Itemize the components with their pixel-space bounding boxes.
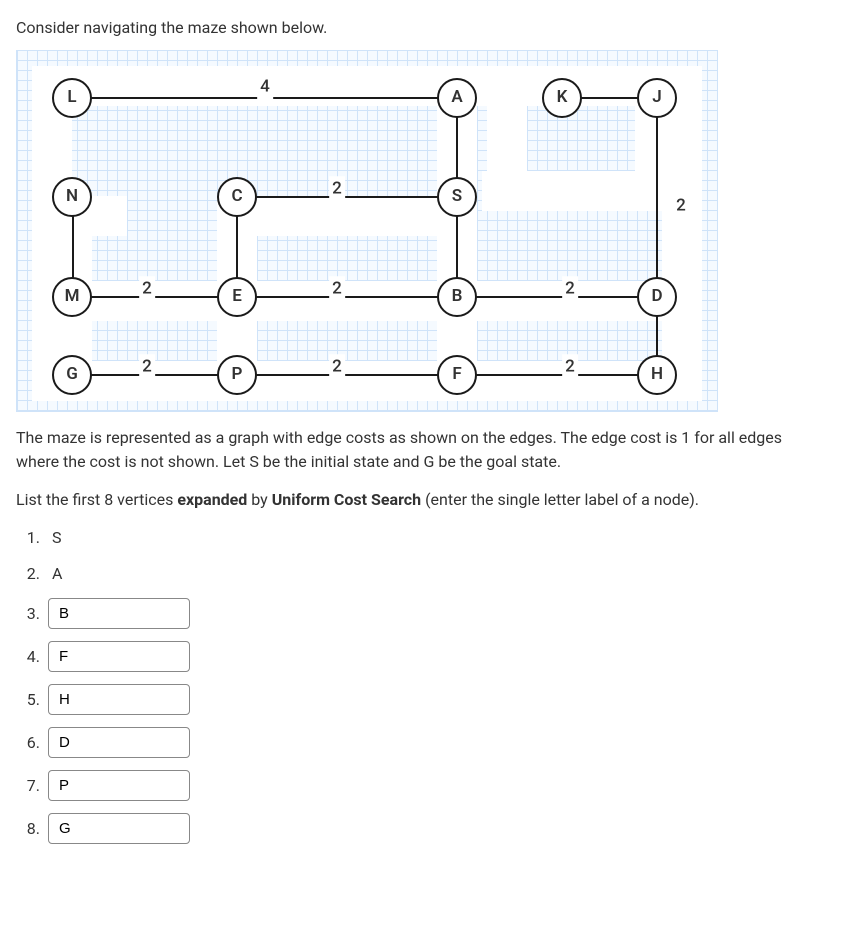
edge-label-CS: 2 (329, 176, 345, 202)
node-C: C (217, 177, 257, 217)
node-P: P (217, 355, 257, 395)
answer-2-given: A (52, 562, 62, 586)
answer-list: 1. S 2. A 3. 4. 5. 6. 7. 8. (16, 526, 828, 844)
answer-8-number: 8. (16, 817, 40, 841)
edge-label-LA: 4 (257, 74, 273, 100)
description-2: List the first 8 vertices expanded by Un… (16, 488, 828, 512)
node-A: A (437, 78, 477, 118)
node-N: N (52, 177, 92, 217)
answer-6-input[interactable] (48, 727, 190, 758)
prompt-text: Consider navigating the maze shown below… (16, 16, 828, 40)
answer-4-input[interactable] (48, 641, 190, 672)
edge-label-BD: 2 (562, 276, 578, 302)
edge-label-PF: 2 (329, 354, 345, 380)
node-E: E (217, 277, 257, 317)
edge-label-GP: 2 (139, 354, 155, 380)
node-S: S (437, 177, 477, 217)
maze-diagram: 4 2 2 2 2 2 2 2 2 L A K J N C S M E B D … (16, 50, 718, 412)
description-1: The maze is represented as a graph with … (16, 426, 828, 474)
edge-label-FH: 2 (562, 354, 578, 380)
answer-2-number: 2. (16, 562, 40, 586)
answer-8-input[interactable] (48, 813, 190, 844)
answer-1-given: S (52, 526, 62, 550)
answer-6-number: 6. (16, 731, 40, 755)
node-D: D (637, 277, 677, 317)
answer-7-number: 7. (16, 774, 40, 798)
answer-1-number: 1. (16, 526, 40, 550)
node-M: M (52, 277, 92, 317)
node-B: B (437, 277, 477, 317)
answer-4-number: 4. (16, 645, 40, 669)
node-G: G (52, 355, 92, 395)
answer-5-input[interactable] (48, 684, 190, 715)
node-J: J (637, 78, 677, 118)
answer-3-number: 3. (16, 602, 40, 626)
edge-label-EB: 2 (329, 276, 345, 302)
edge-label-ME: 2 (139, 276, 155, 302)
node-H: H (637, 355, 677, 395)
answer-7-input[interactable] (48, 770, 190, 801)
node-K: K (542, 78, 582, 118)
node-L: L (52, 78, 92, 118)
answer-5-number: 5. (16, 688, 40, 712)
node-F: F (437, 355, 477, 395)
answer-3-input[interactable] (48, 598, 190, 629)
edge-label-JD: 2 (673, 193, 689, 219)
